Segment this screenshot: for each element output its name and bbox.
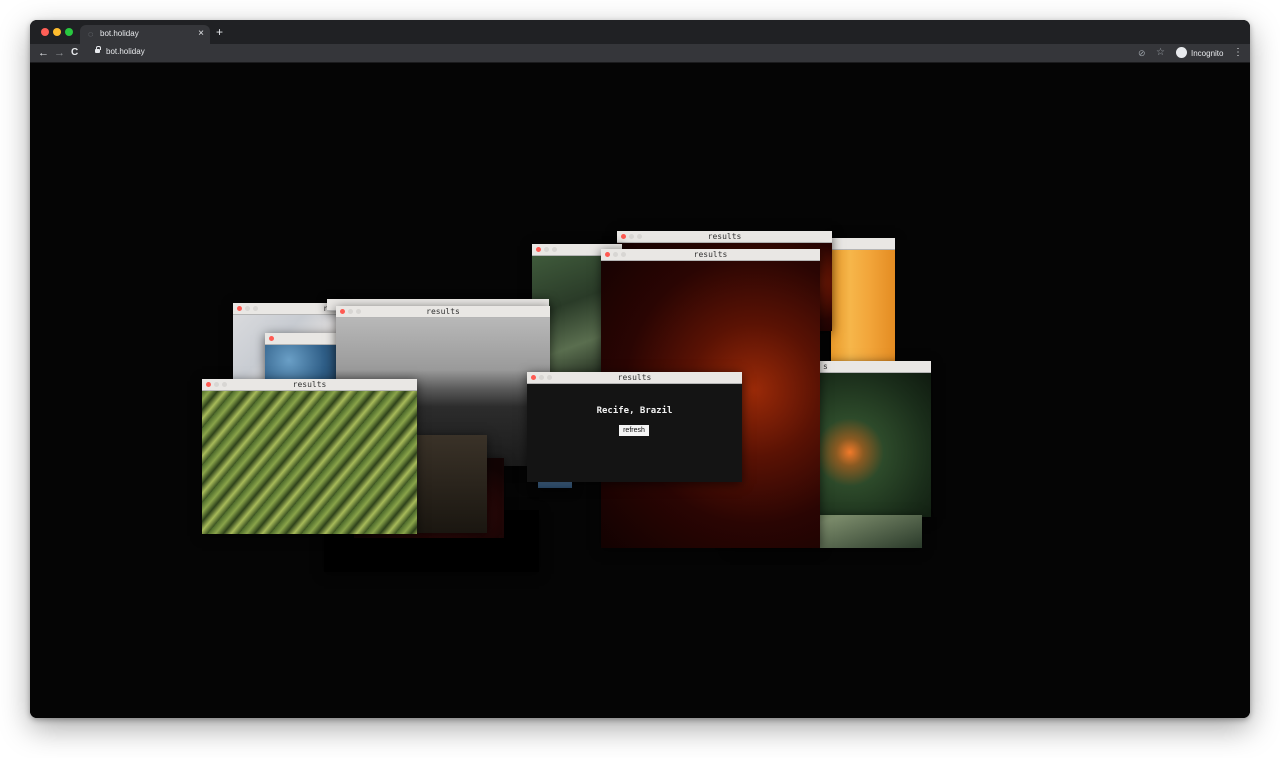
window-close-dot[interactable] [269,336,274,341]
title-bar: ◌ bot.holiday × + [30,20,1250,44]
window-title: results [426,307,460,316]
lock-icon [95,46,101,53]
window-close-dot[interactable] [605,252,610,257]
window-title-partial: s [823,362,828,371]
window-title-bar[interactable]: results [617,231,832,243]
window-title: results [292,380,327,389]
window-maximize-dot[interactable] [222,382,227,387]
window-title: results [617,373,652,382]
window-minimize-dot[interactable] [245,306,250,311]
photo-pool [265,345,345,383]
window-title: results [707,232,742,241]
new-tab-button[interactable]: + [216,26,223,38]
window-minimize-dot[interactable] [348,309,353,314]
incognito-label[interactable]: Incognito [1191,49,1223,58]
eye-off-icon[interactable]: ⊘ [1138,46,1146,60]
window-title: results [693,250,728,259]
minimize-window-button[interactable] [53,28,61,36]
window-orange[interactable] [831,238,895,373]
window-maximize-dot[interactable] [547,375,552,380]
window-title-bar[interactable]: results [202,379,417,391]
toolbar: ← → C bot.holiday ⊘ ☆ Incognito ⋮ [30,44,1250,63]
url-text: bot.holiday [106,47,145,56]
window-close-dot[interactable] [340,309,345,314]
window-maximize-dot[interactable] [637,234,642,239]
window-minimize-dot[interactable] [539,375,544,380]
window-results-location[interactable]: results Recife, Brazil refresh [527,372,742,482]
window-bird-of-paradise[interactable]: s [815,361,931,517]
window-maximize-dot[interactable] [621,252,626,257]
window-title-bar[interactable]: results [336,306,550,318]
photo-cafe-person [415,435,487,533]
window-close-dot[interactable] [206,382,211,387]
window-minimize-dot[interactable] [629,234,634,239]
window-minimize-dot[interactable] [544,247,549,252]
page-viewport: results s re: [30,63,1250,718]
address-bar[interactable]: bot.holiday [90,46,1160,60]
window-cafe[interactable] [415,435,487,533]
location-text: Recife, Brazil [596,406,673,416]
photo-orange-curtain [831,250,895,373]
tab-close-icon[interactable]: × [198,28,204,40]
window-maximize-dot[interactable] [356,309,361,314]
window-title-bar[interactable]: results [527,372,742,384]
window-maximize-dot[interactable] [552,247,557,252]
reload-button[interactable]: C [71,46,78,60]
window-close-dot[interactable] [237,306,242,311]
window-title-bar[interactable]: results [601,249,820,261]
window-results-palm[interactable]: results [202,379,417,534]
window-pool[interactable] [265,333,345,383]
forward-button[interactable]: → [54,46,65,60]
incognito-icon [1176,47,1187,58]
window-title-bar[interactable] [831,238,895,250]
window-title-bar[interactable]: s [815,361,931,373]
browser-window: ◌ bot.holiday × + ← → C bot.holiday ⊘ ☆ … [30,20,1250,718]
menu-icon[interactable]: ⋮ [1233,46,1243,60]
close-window-button[interactable] [41,28,49,36]
maximize-window-button[interactable] [65,28,73,36]
refresh-button[interactable]: refresh [619,425,649,436]
window-maximize-dot[interactable] [253,306,258,311]
back-button[interactable]: ← [38,46,49,60]
tab-title: bot.holiday [100,29,139,38]
window-minimize-dot[interactable] [214,382,219,387]
star-icon[interactable]: ☆ [1156,46,1165,60]
tab-bot-holiday[interactable]: ◌ bot.holiday × [80,25,210,44]
window-close-dot[interactable] [621,234,626,239]
window-title-bar[interactable] [265,333,345,345]
photo-bird-of-paradise [815,373,931,517]
globe-icon: ◌ [88,29,94,39]
window-close-dot[interactable] [536,247,541,252]
window-minimize-dot[interactable] [613,252,618,257]
photo-palm-leaf [202,391,417,534]
window-close-dot[interactable] [531,375,536,380]
